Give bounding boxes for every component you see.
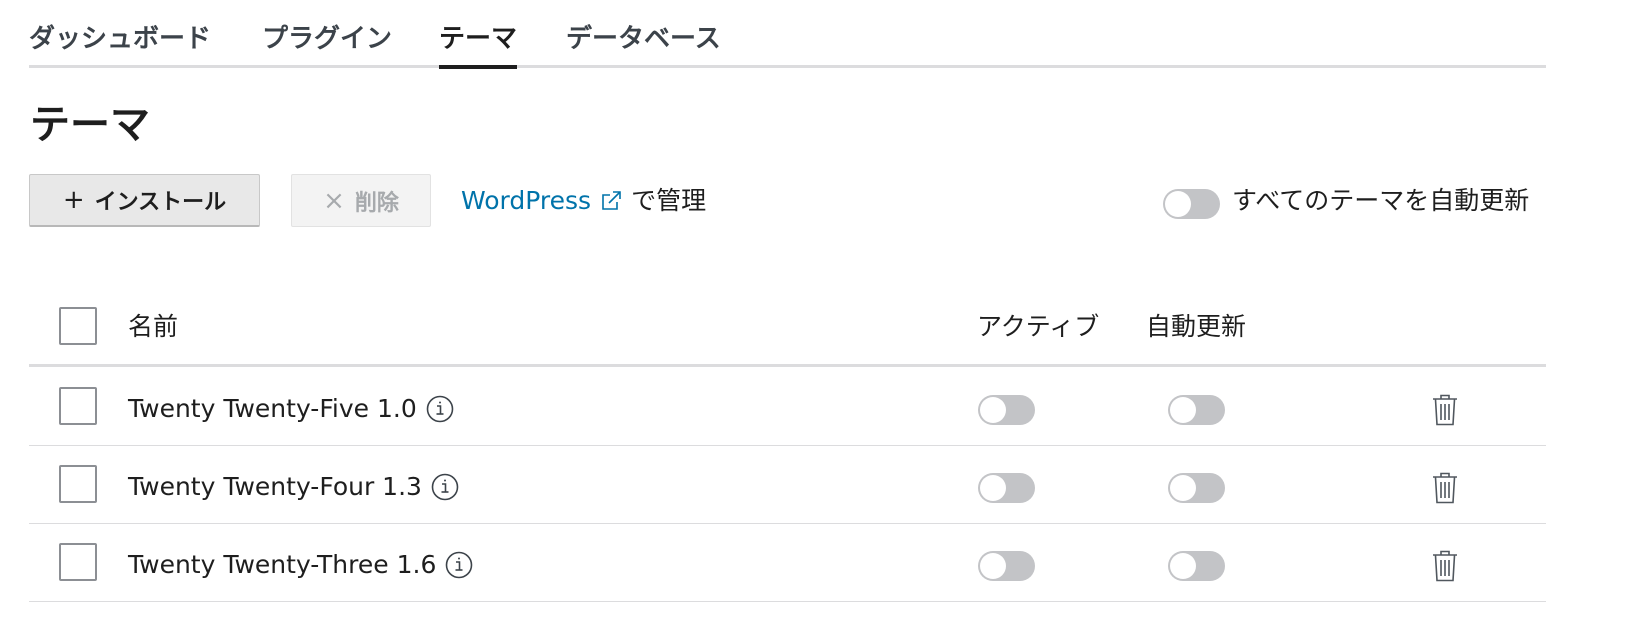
delete-button[interactable]: × 削除 bbox=[291, 174, 431, 227]
select-all-checkbox[interactable] bbox=[59, 307, 97, 345]
trash-icon[interactable] bbox=[1431, 549, 1459, 583]
info-icon[interactable] bbox=[431, 473, 459, 501]
tab-bar: ダッシュボード プラグイン テーマ データベース bbox=[29, 0, 1546, 69]
external-link-icon[interactable] bbox=[599, 189, 623, 213]
auto-update-toggle[interactable] bbox=[1168, 473, 1225, 503]
auto-update-all-label: すべてのテーマを自動更新 bbox=[1232, 186, 1530, 215]
auto-update-toggle[interactable] bbox=[1168, 551, 1225, 581]
active-toggle[interactable] bbox=[978, 395, 1035, 425]
row-checkbox[interactable] bbox=[59, 465, 97, 503]
theme-name-text: Twenty Twenty-Three 1.6 bbox=[128, 550, 437, 579]
tab-plugins[interactable]: プラグイン bbox=[262, 20, 392, 64]
row-divider bbox=[29, 523, 1546, 524]
column-header-active: アクティブ bbox=[977, 312, 1100, 341]
row-checkbox[interactable] bbox=[59, 543, 97, 581]
row-divider bbox=[29, 445, 1546, 446]
theme-name: Twenty Twenty-Five 1.0 bbox=[128, 391, 454, 427]
theme-name-text: Twenty Twenty-Five 1.0 bbox=[128, 394, 417, 423]
row-divider bbox=[29, 601, 1546, 602]
tab-themes[interactable]: テーマ bbox=[439, 20, 518, 69]
active-toggle[interactable] bbox=[978, 551, 1035, 581]
info-icon[interactable] bbox=[426, 395, 454, 423]
auto-update-all-toggle[interactable] bbox=[1163, 189, 1220, 219]
trash-icon[interactable] bbox=[1431, 471, 1459, 505]
active-toggle[interactable] bbox=[978, 473, 1035, 503]
install-button-label: インストール bbox=[94, 190, 227, 215]
wordpress-link[interactable]: WordPress bbox=[461, 184, 591, 218]
delete-button-label: 削除 bbox=[354, 190, 399, 216]
install-button[interactable]: + インストール bbox=[29, 174, 260, 227]
auto-update-toggle[interactable] bbox=[1168, 395, 1225, 425]
close-icon: × bbox=[323, 185, 345, 216]
page-title: テーマ bbox=[30, 102, 150, 148]
table-header-divider bbox=[29, 364, 1546, 367]
row-checkbox[interactable] bbox=[59, 387, 97, 425]
column-header-name[interactable]: 名前 bbox=[128, 309, 178, 345]
theme-name: Twenty Twenty-Four 1.3 bbox=[128, 469, 459, 505]
manage-suffix: で管理 bbox=[631, 186, 707, 215]
column-header-auto-update: 自動更新 bbox=[1146, 312, 1247, 341]
theme-name: Twenty Twenty-Three 1.6 bbox=[128, 547, 473, 583]
tab-dashboard[interactable]: ダッシュボード bbox=[29, 20, 211, 64]
plus-icon: + bbox=[62, 185, 85, 215]
info-icon[interactable] bbox=[445, 551, 473, 579]
trash-icon[interactable] bbox=[1431, 393, 1459, 427]
tab-database[interactable]: データベース bbox=[566, 20, 721, 64]
manage-in-wordpress: WordPress で管理 bbox=[461, 184, 706, 218]
theme-name-text: Twenty Twenty-Four 1.3 bbox=[128, 472, 422, 501]
